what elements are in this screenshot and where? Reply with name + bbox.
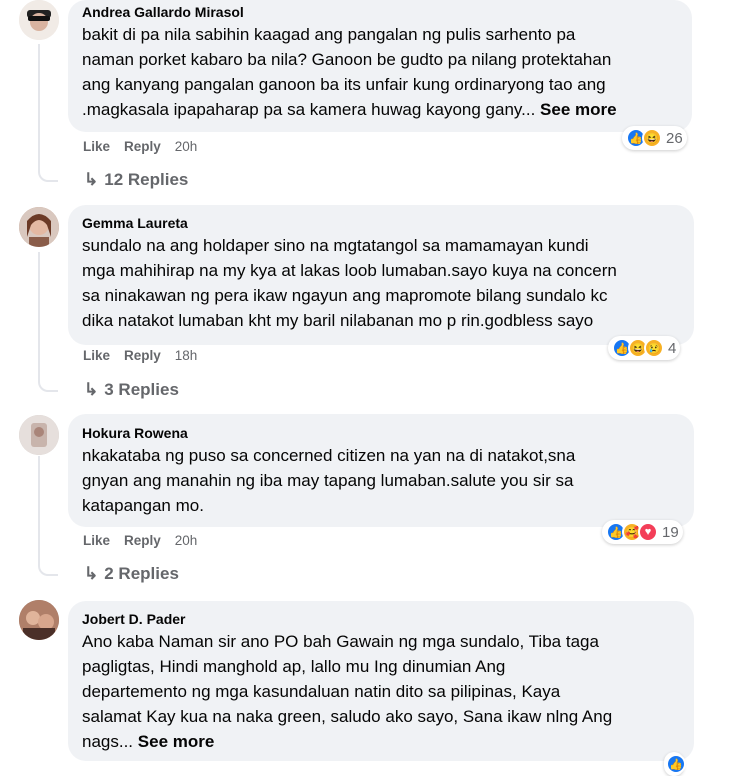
- reply-arrow-icon: ↳: [84, 380, 99, 399]
- avatar[interactable]: [19, 600, 59, 640]
- reply-arrow-icon: ↳: [84, 170, 99, 189]
- like-button[interactable]: Like: [83, 139, 110, 154]
- thread-connector: [38, 160, 58, 182]
- replies-label: 3 Replies: [104, 380, 179, 399]
- comment-text: Ano kaba Naman sir ano PO bah Gawain ng …: [82, 629, 682, 754]
- thread-connector: [38, 368, 58, 392]
- avatar[interactable]: [19, 415, 59, 455]
- reaction-summary[interactable]: 👍 🥰 ♥ 19: [602, 520, 683, 544]
- replies-label: 2 Replies: [104, 564, 179, 583]
- see-more-link[interactable]: See more: [138, 732, 215, 751]
- comment-bubble: Gemma Laureta sundalo na ang holdaper si…: [68, 205, 694, 345]
- comment-line: ang kanyang pangalan ganoon ba its unfai…: [82, 75, 606, 94]
- sad-reaction-icon: 😢: [644, 338, 664, 358]
- view-replies-link[interactable]: ↳ 2 Replies: [84, 564, 179, 584]
- thread-line: [38, 44, 40, 172]
- comment-author[interactable]: Hokura Rowena: [82, 423, 682, 443]
- thread-line: [38, 252, 40, 380]
- comment-actions: Like Reply 20h: [83, 139, 197, 154]
- comment-line: sundalo na ang holdaper sino na mgtatang…: [82, 236, 589, 255]
- comment-line: dika natakot lumaban kht my baril nilaba…: [82, 311, 594, 330]
- comment-actions: Like Reply 18h: [83, 348, 197, 363]
- comment-line: gnyan ang manahin ng iba may tapang luma…: [82, 471, 574, 490]
- comment-text: nkakataba ng puso sa concerned citizen n…: [82, 443, 682, 518]
- comment-line: mga mahihirap na my kya at lakas loob lu…: [82, 261, 617, 280]
- reaction-summary[interactable]: 👍 😆 😢 4: [608, 336, 681, 360]
- view-replies-link[interactable]: ↳ 12 Replies: [84, 170, 188, 190]
- replies-label: 12 Replies: [104, 170, 189, 189]
- reaction-count: 26: [666, 129, 683, 147]
- love-reaction-icon: ♥: [638, 522, 658, 542]
- reply-button[interactable]: Reply: [124, 139, 161, 154]
- see-more-link[interactable]: See more: [540, 100, 617, 119]
- comment-line: pagligtas, Hindi manghold ap, lallo mu I…: [82, 657, 506, 676]
- comment-line: Ano kaba Naman sir ano PO bah Gawain ng …: [82, 632, 599, 651]
- reaction-summary[interactable]: 👍: [664, 752, 686, 776]
- thread-line: [38, 456, 40, 566]
- reply-button[interactable]: Reply: [124, 533, 161, 548]
- comment-author[interactable]: Andrea Gallardo Mirasol: [82, 2, 680, 22]
- reply-arrow-icon: ↳: [84, 564, 99, 583]
- comment-bubble: Jobert D. Pader Ano kaba Naman sir ano P…: [68, 601, 694, 761]
- like-button[interactable]: Like: [83, 348, 110, 363]
- avatar[interactable]: [19, 0, 59, 40]
- comment-line: katapangan mo.: [82, 496, 204, 515]
- comment-line: bakit di pa nila sabihin kaagad ang pang…: [82, 25, 576, 44]
- reaction-count: 19: [662, 523, 679, 541]
- comment-bubble: Andrea Gallardo Mirasol bakit di pa nila…: [68, 0, 692, 132]
- comment-line: naman porket kabaro ba nila? Ganoon be g…: [82, 50, 612, 69]
- comment-bubble: Hokura Rowena nkakataba ng puso sa conce…: [68, 414, 694, 527]
- view-replies-link[interactable]: ↳ 3 Replies: [84, 380, 179, 400]
- comment-line-text: nags...: [82, 732, 134, 751]
- comment-line: nags... See more: [82, 729, 682, 754]
- comment-author[interactable]: Gemma Laureta: [82, 213, 682, 233]
- comment-text: sundalo na ang holdaper sino na mgtatang…: [82, 233, 682, 333]
- reaction-summary[interactable]: 👍 😆 26: [622, 126, 687, 150]
- comment-line: nkakataba ng puso sa concerned citizen n…: [82, 446, 576, 465]
- comment-line: departemento ng mga kasundaluan natin di…: [82, 682, 561, 701]
- timestamp[interactable]: 18h: [175, 348, 198, 363]
- reply-button[interactable]: Reply: [124, 348, 161, 363]
- haha-reaction-icon: 😆: [642, 128, 662, 148]
- avatar[interactable]: [19, 207, 59, 247]
- comment-line: salamat Kay kua na naka green, saludo ak…: [82, 707, 613, 726]
- comment-author[interactable]: Jobert D. Pader: [82, 609, 682, 629]
- comment-text: bakit di pa nila sabihin kaagad ang pang…: [82, 22, 680, 122]
- timestamp[interactable]: 20h: [175, 533, 198, 548]
- like-button[interactable]: Like: [83, 533, 110, 548]
- comment-line: sa ninakawan ng pera ikaw ngayun ang map…: [82, 286, 608, 305]
- reaction-count: 4: [668, 339, 677, 357]
- comment-line-text: .magkasala ipapaharap pa sa kamera huwag…: [82, 100, 536, 119]
- comment-actions: Like Reply 20h: [83, 533, 197, 548]
- thread-connector: [38, 552, 58, 576]
- timestamp[interactable]: 20h: [175, 139, 198, 154]
- like-reaction-icon: 👍: [666, 754, 686, 774]
- comment-line: .magkasala ipapaharap pa sa kamera huwag…: [82, 97, 680, 122]
